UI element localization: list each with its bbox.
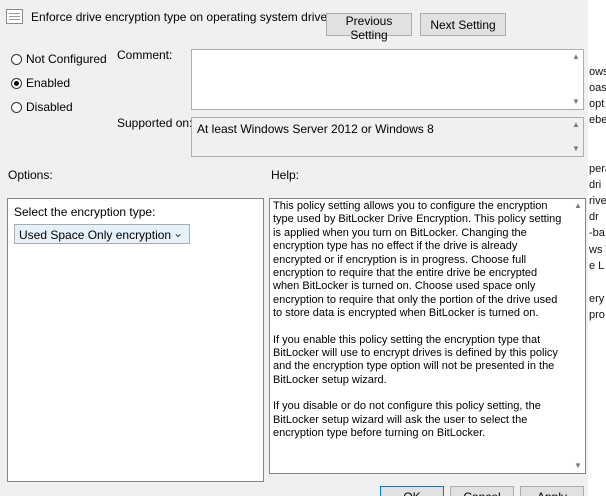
help-label: Help: (271, 168, 300, 182)
help-paragraph: If you disable or do not configure this … (273, 400, 541, 440)
radio-button-disabled[interactable] (11, 101, 22, 113)
supported-on-label: Supported on: (117, 116, 193, 130)
scroll-down-arrow-icon[interactable]: ▼ (569, 96, 583, 108)
scroll-up-arrow-icon[interactable]: ▲ (569, 119, 583, 131)
help-panel: This policy setting allows you to config… (269, 198, 586, 474)
help-scrollbar[interactable]: ▲ ▼ (571, 199, 585, 473)
background-fragment: ebe (589, 114, 606, 126)
options-panel: Select the encryption type: Used Space O… (7, 198, 264, 482)
background-fragment: rive (589, 195, 606, 207)
background-fragment: -ba (589, 227, 605, 239)
background-fragment: oas (589, 82, 606, 94)
previous-setting-button[interactable]: Previous Setting (326, 13, 412, 42)
chevron-down-icon: ⌄ (172, 226, 183, 240)
scroll-up-arrow-icon[interactable]: ▲ (569, 51, 583, 63)
comment-field[interactable]: ▲ ▼ (191, 49, 584, 110)
supported-on-value: At least Windows Server 2012 or Windows … (197, 122, 434, 136)
apply-button[interactable]: Apply (520, 486, 584, 496)
background-fragment: pera (589, 163, 606, 175)
background-window-text: ows oas opt ebe pera dri rive dr -ba ws … (588, 0, 606, 496)
scroll-down-arrow-icon[interactable]: ▼ (571, 460, 585, 472)
cancel-button[interactable]: Cancel (450, 486, 514, 496)
radio-button-enabled[interactable] (11, 77, 22, 89)
background-fragment: dr (589, 211, 599, 223)
next-setting-button[interactable]: Next Setting (420, 13, 506, 36)
supported-on-scrollbar[interactable]: ▲ ▼ (569, 118, 583, 156)
background-fragment: ows (589, 66, 606, 78)
encryption-type-dropdown[interactable]: Used Space Only encryption ⌄ (14, 224, 190, 244)
ok-button[interactable]: OK (380, 486, 444, 496)
radio-not-configured[interactable]: Not Configured (11, 51, 107, 67)
comment-scrollbar[interactable]: ▲ ▼ (569, 50, 583, 109)
radio-enabled[interactable]: Enabled (11, 75, 70, 91)
dialog-title: Enforce drive encryption type on operati… (31, 10, 334, 24)
background-fragment: ws V (589, 244, 606, 256)
radio-label-not-configured: Not Configured (26, 52, 107, 66)
background-fragment: pro (589, 309, 605, 321)
encryption-type-value: Used Space Only encryption (19, 228, 172, 242)
background-fragment: e L (589, 260, 605, 272)
comment-label: Comment: (117, 48, 173, 62)
encryption-type-label: Select the encryption type: (14, 205, 156, 219)
policy-setting-icon (6, 9, 23, 24)
background-fragment: ery (589, 293, 605, 305)
supported-on-field: At least Windows Server 2012 or Windows … (191, 117, 584, 157)
scroll-down-arrow-icon[interactable]: ▼ (569, 143, 583, 155)
radio-label-disabled: Disabled (26, 100, 73, 114)
radio-label-enabled: Enabled (26, 76, 71, 90)
radio-button-not-configured[interactable] (11, 53, 22, 65)
radio-disabled[interactable]: Disabled (11, 99, 73, 115)
policy-setting-dialog: Enforce drive encryption type on operati… (0, 0, 588, 496)
help-paragraph: This policy setting allows you to config… (273, 200, 562, 320)
help-paragraph: If you enable this policy setting the en… (273, 333, 558, 386)
help-text: This policy setting allows you to config… (273, 200, 566, 454)
background-fragment: opt (589, 98, 605, 110)
scroll-up-arrow-icon[interactable]: ▲ (571, 200, 585, 212)
options-label: Options: (8, 168, 53, 182)
background-fragment: dri (589, 179, 602, 191)
